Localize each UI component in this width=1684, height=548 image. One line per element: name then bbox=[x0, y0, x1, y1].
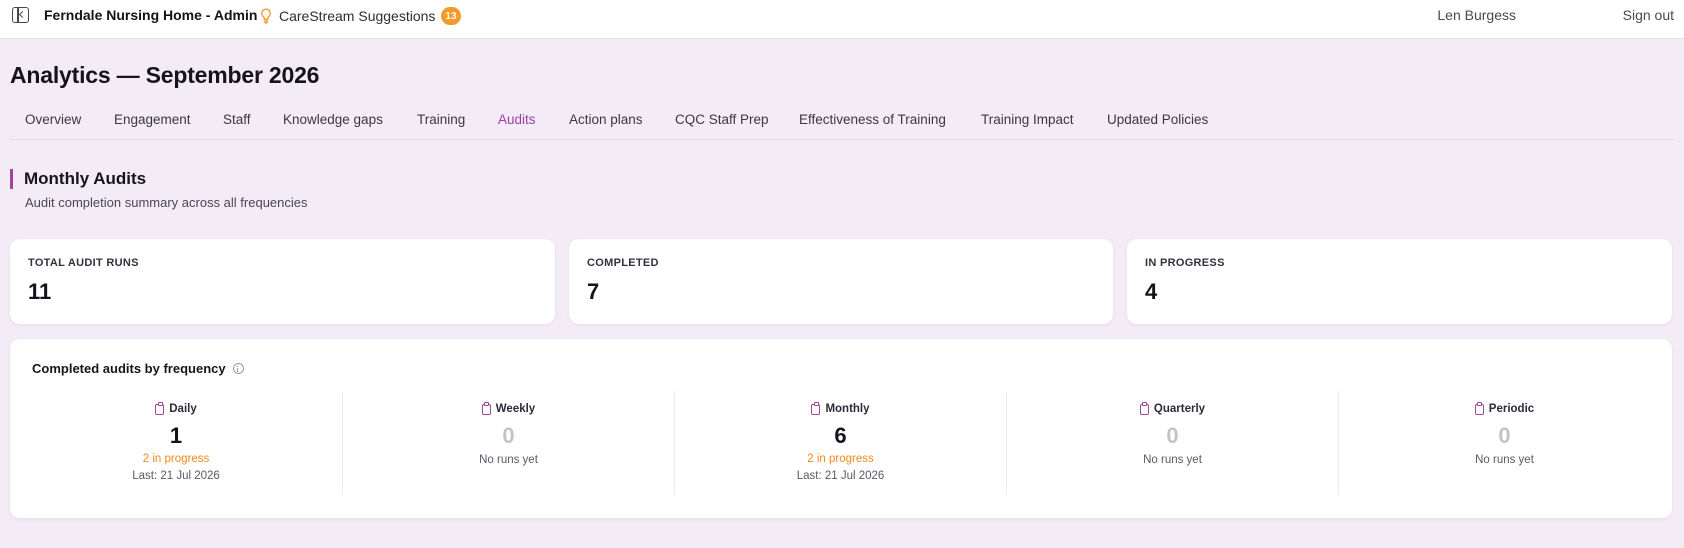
frequency-column-daily: Daily 1 2 in progress Last: 21 Jul 2026 bbox=[10, 391, 342, 495]
kpi-card-total-audit-runs: TOTAL AUDIT RUNS 11 bbox=[10, 239, 555, 324]
kpi-label: COMPLETED bbox=[587, 257, 659, 269]
tab-cqc-staff-prep[interactable]: CQC Staff Prep bbox=[675, 112, 769, 127]
frequency-panel-title: Completed audits by frequency bbox=[32, 361, 244, 376]
frequency-last-run: Last: 21 Jul 2026 bbox=[132, 470, 220, 482]
sign-out-link[interactable]: Sign out bbox=[1623, 7, 1674, 23]
frequency-name: Periodic bbox=[1488, 403, 1535, 415]
tab-training-impact[interactable]: Training Impact bbox=[981, 112, 1074, 127]
analytics-tabs: Overview Engagement Staff Knowledge gaps… bbox=[10, 108, 1674, 140]
frequency-no-runs: No runs yet bbox=[1143, 454, 1202, 466]
info-icon[interactable] bbox=[232, 363, 244, 374]
frequency-count: 0 bbox=[502, 423, 515, 448]
frequency-panel-title-text: Completed audits by frequency bbox=[32, 361, 226, 376]
kpi-card-in-progress: IN PROGRESS 4 bbox=[1127, 239, 1672, 324]
frequency-name: Weekly bbox=[495, 403, 536, 415]
tab-training[interactable]: Training bbox=[417, 112, 465, 127]
clipboard-icon bbox=[811, 401, 821, 415]
frequency-count: 1 bbox=[169, 423, 183, 448]
lightbulb-icon bbox=[260, 8, 272, 24]
tab-action-plans[interactable]: Action plans bbox=[569, 112, 643, 127]
section-title: Monthly Audits bbox=[24, 169, 147, 188]
suggestions-label: CareStream Suggestions bbox=[279, 8, 436, 24]
page-title: Analytics — September 2026 bbox=[10, 62, 320, 88]
frequency-header: Weekly bbox=[343, 401, 674, 415]
kpi-value: 11 bbox=[28, 279, 52, 304]
frequency-name: Monthly bbox=[825, 403, 870, 415]
carestream-suggestions-button[interactable]: CareStream Suggestions 13 bbox=[260, 6, 461, 26]
tab-engagement[interactable]: Engagement bbox=[114, 112, 191, 127]
kpi-value: 7 bbox=[587, 279, 600, 304]
frequency-column-periodic: Periodic 0 No runs yet bbox=[1338, 391, 1670, 495]
frequency-in-progress: 2 in progress bbox=[807, 453, 874, 465]
frequency-header: Daily bbox=[10, 401, 342, 415]
tab-audits[interactable]: Audits bbox=[498, 112, 536, 127]
frequency-no-runs: No runs yet bbox=[1475, 454, 1534, 466]
tab-effectiveness-of-training[interactable]: Effectiveness of Training bbox=[799, 112, 946, 127]
completed-by-frequency-panel: Completed audits by frequency Daily 1 2 … bbox=[10, 339, 1672, 518]
frequency-header: Monthly bbox=[675, 401, 1006, 415]
clipboard-icon bbox=[481, 401, 491, 415]
tab-updated-policies[interactable]: Updated Policies bbox=[1107, 112, 1208, 127]
clipboard-icon bbox=[1474, 401, 1484, 415]
clipboard-icon bbox=[155, 401, 165, 415]
kpi-value: 4 bbox=[1145, 279, 1158, 304]
frequency-count: 0 bbox=[1166, 423, 1179, 448]
kpi-card-completed: COMPLETED 7 bbox=[569, 239, 1113, 324]
frequency-count: 6 bbox=[834, 423, 847, 448]
section-header: Monthly Audits bbox=[10, 169, 146, 189]
tab-overview[interactable]: Overview bbox=[25, 112, 81, 127]
kpi-label: IN PROGRESS bbox=[1145, 257, 1225, 269]
user-name[interactable]: Len Burgess bbox=[1437, 7, 1516, 23]
kpi-label: TOTAL AUDIT RUNS bbox=[28, 257, 139, 269]
tab-knowledge-gaps[interactable]: Knowledge gaps bbox=[283, 112, 383, 127]
frequency-name: Quarterly bbox=[1153, 403, 1206, 415]
app-title: Ferndale Nursing Home - Admin bbox=[44, 7, 258, 23]
frequency-name: Daily bbox=[169, 403, 197, 415]
frequency-column-monthly: Monthly 6 2 in progress Last: 21 Jul 202… bbox=[674, 391, 1006, 495]
suggestions-count-badge: 13 bbox=[441, 7, 461, 25]
frequency-last-run: Last: 21 Jul 2026 bbox=[796, 470, 885, 482]
frequency-no-runs: No runs yet bbox=[479, 454, 538, 466]
clipboard-icon bbox=[1139, 401, 1149, 415]
frequency-count: 0 bbox=[1498, 423, 1511, 448]
frequency-header: Periodic bbox=[1339, 401, 1670, 415]
section-subtitle: Audit completion summary across all freq… bbox=[25, 195, 308, 210]
top-bar: Ferndale Nursing Home - Admin CareStream… bbox=[0, 0, 1684, 39]
frequency-header: Quarterly bbox=[1007, 401, 1338, 415]
sidebar-toggle-icon[interactable] bbox=[12, 7, 29, 23]
frequency-in-progress: 2 in progress bbox=[142, 453, 210, 465]
frequency-column-quarterly: Quarterly 0 No runs yet bbox=[1006, 391, 1338, 495]
tab-staff[interactable]: Staff bbox=[223, 112, 251, 127]
frequency-column-weekly: Weekly 0 No runs yet bbox=[342, 391, 674, 495]
